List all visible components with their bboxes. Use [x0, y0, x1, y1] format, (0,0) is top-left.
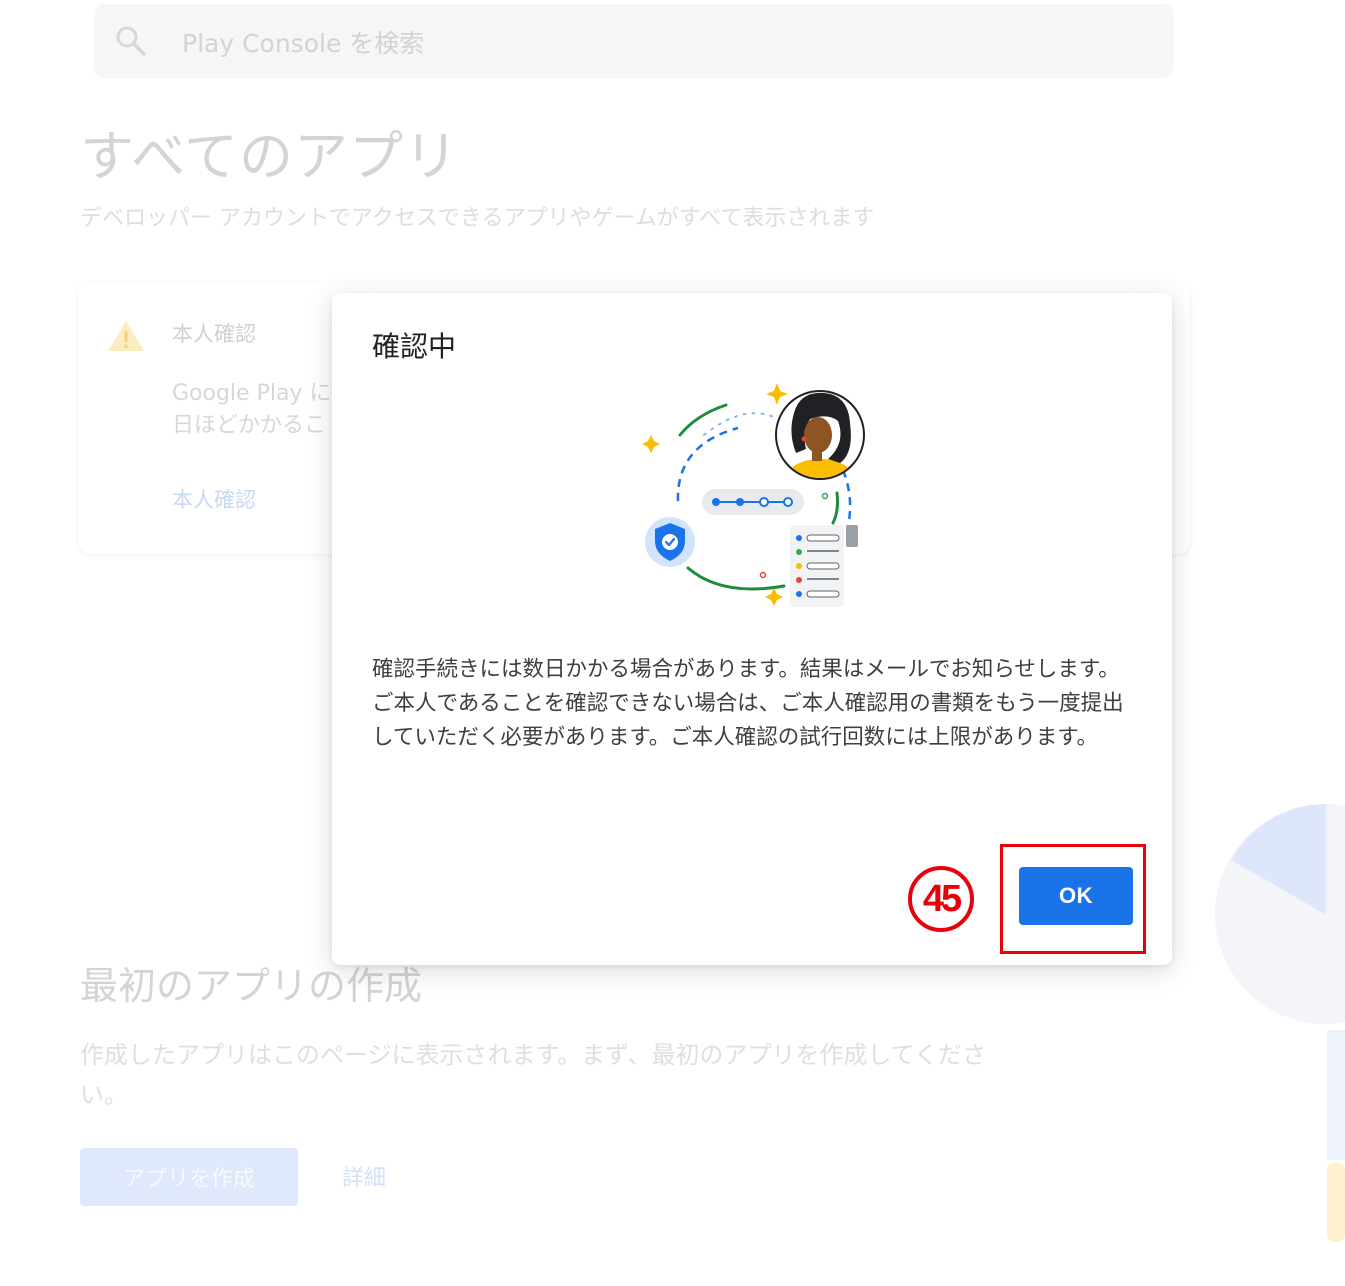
screen: Play Console を検索 すべてのアプリ デベロッパー アカウントでアク… [0, 0, 1345, 1286]
verify-identity-link[interactable]: 本人確認 [172, 484, 256, 514]
search-input[interactable]: Play Console を検索 [182, 24, 424, 60]
card-text-line: Google Play に [172, 381, 332, 406]
first-app-description: 作成したアプリはこのページに表示されます。まず、最初のアプリを作成してください。 [80, 1041, 986, 1109]
step-number-marker: 45 [908, 866, 974, 932]
dialog-title: 確認中 [372, 330, 457, 363]
highlight-box [1000, 844, 1146, 954]
create-app-button[interactable]: アプリを作成 [80, 1148, 298, 1206]
search-icon[interactable] [114, 24, 148, 58]
warning-icon [106, 318, 146, 354]
verification-illustration [632, 383, 872, 619]
search-bar[interactable]: Play Console を検索 [94, 4, 1174, 78]
card-text: Google Play に 日ほどかかるこ [172, 378, 332, 442]
card-title: 本人確認 [172, 322, 256, 346]
details-link[interactable]: 詳細 [342, 1160, 386, 1192]
page-title: すべてのアプリ [80, 125, 460, 188]
decorative-illustration [1205, 790, 1345, 1286]
card-text-line: 日ほどかかるこ [172, 413, 327, 438]
page-subtitle: デベロッパー アカウントでアクセスできるアプリやゲームがすべて表示されます [80, 206, 875, 231]
dialog-message: 確認手続きには数日かかる場合があります。結果はメールでお知らせします。ご本人であ… [372, 657, 1124, 750]
